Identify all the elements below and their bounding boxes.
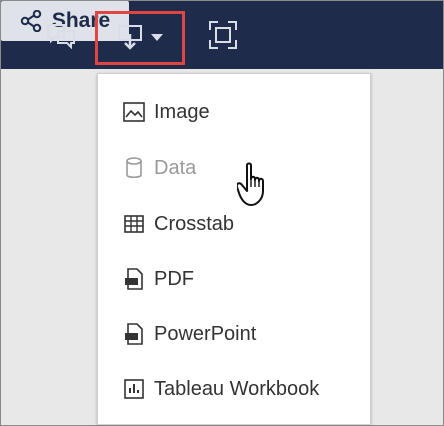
menu-item-label: PDF — [154, 267, 194, 290]
menu-item-crosstab[interactable]: Crosstab — [98, 204, 370, 244]
fullscreen-icon — [209, 21, 237, 49]
database-icon — [122, 156, 146, 180]
menu-item-image[interactable]: Image — [98, 92, 370, 132]
menu-item-label: Tableau Workbook — [154, 377, 320, 400]
menu-item-label: PowerPoint — [154, 322, 257, 345]
menu-item-label: Image — [154, 100, 210, 123]
workbook-icon — [122, 377, 146, 401]
powerpoint-icon — [122, 322, 146, 346]
toolbar: Share — [1, 1, 443, 69]
fullscreen-button[interactable] — [203, 17, 243, 53]
menu-item-label: Crosstab — [154, 212, 235, 235]
menu-item-data[interactable]: Data — [98, 148, 370, 188]
pdf-icon — [122, 267, 146, 291]
menu-item-pdf[interactable]: PDF — [98, 259, 370, 299]
download-icon — [118, 25, 142, 50]
download-button[interactable] — [95, 11, 185, 65]
image-icon — [122, 100, 146, 124]
menu-item-tableau-workbook[interactable]: Tableau Workbook — [98, 369, 370, 409]
download-menu: Image Data Crosstab PDF PowerPoint Table… — [97, 73, 371, 425]
menu-item-powerpoint[interactable]: PowerPoint — [98, 314, 370, 354]
menu-item-label: Data — [154, 156, 197, 179]
table-icon — [122, 212, 146, 236]
comment-button[interactable] — [39, 19, 83, 53]
chevron-down-icon — [151, 34, 163, 41]
hand-cursor-icon — [237, 162, 264, 206]
screenshot-frame: Share Image Data Crosstab PDF PowerPoint… — [0, 0, 444, 426]
comment-icon — [47, 24, 75, 49]
